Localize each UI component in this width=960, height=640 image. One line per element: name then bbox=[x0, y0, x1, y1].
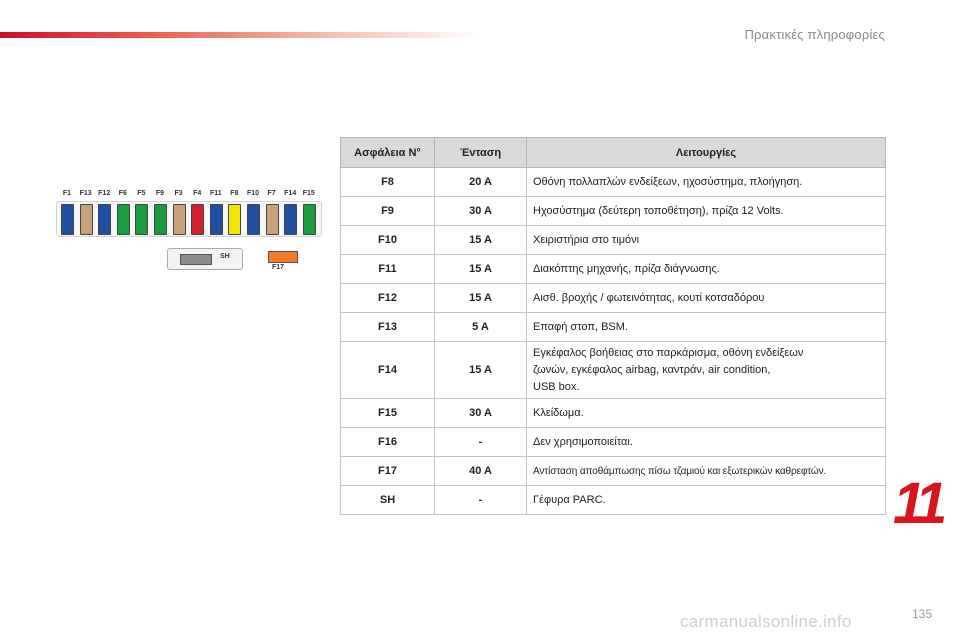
fuse-number: F12 bbox=[340, 283, 435, 313]
fuse-function: Χειριστήρια στο τιμόνι bbox=[526, 225, 886, 255]
sh-shunt bbox=[180, 254, 212, 265]
fuse-function: Διακόπτης μηχανής, πρίζα διάγνωσης. bbox=[526, 254, 886, 284]
fuse-rating: 30 A bbox=[434, 196, 527, 226]
section-title: Πρακτικές πληροφορίες bbox=[744, 27, 885, 42]
fuse-slot bbox=[209, 204, 223, 235]
fuse-function: Γέφυρα PARC. bbox=[526, 485, 886, 515]
fuse-number: F8 bbox=[340, 167, 435, 197]
table-row: F14 15 A Εγκέφαλος βοήθειας στο παρκάρισ… bbox=[340, 341, 886, 399]
fuse-rating: 5 A bbox=[434, 312, 527, 342]
fuse-number: F9 bbox=[340, 196, 435, 226]
fuse-function: Δεν χρησιμοποιείται. bbox=[526, 427, 886, 457]
table-row: F10 15 A Χειριστήρια στο τιμόνι bbox=[340, 225, 886, 255]
fuse-slot bbox=[191, 204, 205, 235]
chapter-number: 11 bbox=[893, 471, 947, 536]
fuse-slot bbox=[172, 204, 186, 235]
fuse-rating: 15 A bbox=[434, 283, 527, 313]
watermark: carmanualsonline.info bbox=[680, 612, 852, 631]
fuse-slot bbox=[154, 204, 167, 235]
page-number: 135 bbox=[912, 607, 933, 621]
table-row: F8 20 A Οθόνη πολλαπλών ενδείξεων, ηχοσύ… bbox=[340, 167, 886, 197]
fuse-table: Ασφάλεια N° Ένταση Λειτουργίες F8 20 A Ο… bbox=[340, 137, 886, 515]
fuse-number: SH bbox=[340, 485, 435, 515]
fuse-function: Κλείδωμα. bbox=[526, 398, 886, 428]
fuse-rating: 15 A bbox=[434, 225, 527, 255]
table-row: F16 - Δεν χρησιμοποιείται. bbox=[340, 427, 886, 457]
header-function: Λειτουργίες bbox=[526, 137, 886, 168]
fuse-function: Οθόνη πολλαπλών ενδείξεων, ηχοσύστημα, π… bbox=[526, 167, 886, 197]
fuse-label: F15 bbox=[302, 190, 315, 197]
fuse-function-line: ζωνών, εγκέφαλος airbag, καντράν, air co… bbox=[533, 363, 771, 376]
f17-label: F17 bbox=[272, 264, 285, 271]
fuse-slot bbox=[79, 204, 93, 235]
fuse-function-line: USB box. bbox=[533, 380, 580, 393]
fuse-slot bbox=[265, 204, 279, 235]
table-row: SH - Γέφυρα PARC. bbox=[340, 485, 886, 515]
fuse-rating: 20 A bbox=[434, 167, 527, 197]
fuse-rating: - bbox=[434, 427, 527, 457]
fuse-rating: 30 A bbox=[434, 398, 527, 428]
fuse-function: Αντίσταση αποθάμπωσης πίσω τζαμιού και ε… bbox=[526, 456, 886, 486]
fuse-slot bbox=[116, 204, 130, 235]
fuse-labels: F1 F13 F12 F6 F5 F9 F3 F4 F11 F8 F10 F7 F14 F15 bbox=[56, 190, 326, 200]
sh-shunt-holder: SH bbox=[167, 248, 243, 270]
fuse-rating: 15 A bbox=[434, 341, 527, 399]
fuse-number: F17 bbox=[340, 456, 435, 486]
fuse-number: F13 bbox=[340, 312, 435, 342]
fuse-slot bbox=[284, 204, 298, 235]
fuse-slot bbox=[98, 204, 112, 235]
fuse-function: Επαφή στοπ, BSM. bbox=[526, 312, 886, 342]
header-fuse-number: Ασφάλεια N° bbox=[340, 137, 435, 168]
fuse-function: Αισθ. βροχής / φωτεινότητας, κουτί κοτσα… bbox=[526, 283, 886, 313]
table-row: F13 5 A Επαφή στοπ, BSM. bbox=[340, 312, 886, 342]
fuse-box-diagram: F1 F13 F12 F6 F5 F9 F3 F4 F11 F8 F10 F7 F14 F15 SH F1… bbox=[56, 184, 326, 284]
fuse-function-line: Εγκέφαλος βοήθειας στο παρκάρισμα, οθόνη… bbox=[533, 346, 804, 359]
f17-fuse bbox=[268, 251, 298, 263]
fuse-function: Εγκέφαλος βοήθειας στο παρκάρισμα, οθόνη… bbox=[526, 341, 886, 399]
fuse-rating: 40 A bbox=[434, 456, 527, 486]
fuse-slot bbox=[61, 204, 74, 235]
fuse-rating: - bbox=[434, 485, 527, 515]
table-row: F15 30 A Κλείδωμα. bbox=[340, 398, 886, 428]
fuse-number: F11 bbox=[340, 254, 435, 284]
table-row: F12 15 A Αισθ. βροχής / φωτεινότητας, κο… bbox=[340, 283, 886, 313]
sh-label: SH bbox=[220, 253, 230, 260]
fuse-slot bbox=[135, 204, 149, 235]
fuse-rating: 15 A bbox=[434, 254, 527, 284]
fuse-slot bbox=[302, 204, 316, 235]
fuse-number: F10 bbox=[340, 225, 435, 255]
fuse-slot bbox=[247, 204, 260, 235]
table-row: F17 40 A Αντίσταση αποθάμπωσης πίσω τζαμ… bbox=[340, 456, 886, 486]
header-rating: Ένταση bbox=[434, 137, 527, 168]
table-row: F11 15 A Διακόπτης μηχανής, πρίζα διάγνω… bbox=[340, 254, 886, 284]
fuse-board bbox=[56, 201, 322, 237]
table-row: F9 30 A Ηχοσύστημα (δεύτερη τοποθέτηση),… bbox=[340, 196, 886, 226]
fuse-slot bbox=[228, 204, 242, 235]
header-accent-bar bbox=[0, 32, 480, 38]
fuse-number: F15 bbox=[340, 398, 435, 428]
fuse-function: Ηχοσύστημα (δεύτερη τοποθέτηση), πρίζα 1… bbox=[526, 196, 886, 226]
fuse-number: F14 bbox=[340, 341, 435, 399]
fuse-number: F16 bbox=[340, 427, 435, 457]
table-header-row: Ασφάλεια N° Ένταση Λειτουργίες bbox=[340, 137, 886, 168]
